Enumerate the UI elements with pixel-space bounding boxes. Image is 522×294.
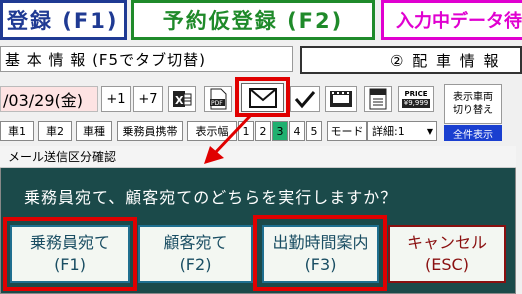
- dispatch-info-label: ② 配 車 情 報: [390, 51, 501, 70]
- document-icon: [369, 88, 387, 110]
- film-button[interactable]: [325, 86, 357, 112]
- film-icon: [330, 91, 352, 107]
- detail-value: 詳細:1: [372, 125, 405, 138]
- tab-car2-label: 車2: [46, 125, 64, 138]
- dialog-title: メール送信区分確認: [8, 150, 117, 164]
- tab-car1-label: 車1: [8, 125, 26, 138]
- pointer-arrow-icon: [204, 112, 254, 164]
- tab-car1[interactable]: 車1: [0, 121, 34, 141]
- width-option-3[interactable]: 3: [272, 121, 288, 141]
- pdf-button[interactable]: PDF: [204, 86, 232, 112]
- price-button[interactable]: PRICE ¥9,999: [398, 86, 434, 112]
- provisional-register-button[interactable]: 予約仮登録 (F2): [131, 0, 375, 40]
- detail-select[interactable]: 詳細:1 ▼: [367, 121, 437, 141]
- svg-text:X: X: [175, 94, 184, 107]
- width-option-2-label: 2: [259, 124, 267, 138]
- plus1-button[interactable]: +1: [101, 86, 131, 112]
- show-all-label: 全件表示: [453, 129, 493, 141]
- date-value: /03/29(金): [3, 91, 83, 110]
- show-all-button[interactable]: 全件表示: [444, 125, 502, 141]
- basic-info-header[interactable]: 基 本 情 報 (F5でタブ切替): [0, 46, 293, 72]
- document-button[interactable]: [364, 86, 392, 112]
- tab-crew-mobile-label: 乗務員携帯: [122, 125, 178, 138]
- tab-car-type-label: 車種: [83, 125, 105, 138]
- svg-text:PDF: PDF: [211, 100, 223, 107]
- price-value: ¥9,999: [401, 99, 431, 108]
- date-field[interactable]: /03/29(金): [0, 86, 98, 112]
- dispatch-info-header[interactable]: ② 配 車 情 報: [300, 46, 522, 74]
- register-label: 登録 (F1): [7, 9, 119, 33]
- provisional-register-label: 予約仮登録 (F2): [162, 9, 344, 33]
- customer-recipient-label: 顧客宛て: [163, 233, 228, 252]
- mode-label: モード: [327, 121, 367, 141]
- width-option-3-label: 3: [276, 124, 284, 138]
- width-option-5[interactable]: 5: [306, 121, 322, 141]
- display-vehicle-switch-button[interactable]: 表示車両 切り替え: [444, 84, 502, 124]
- tab-car2[interactable]: 車2: [38, 121, 72, 141]
- excel-icon: X: [173, 91, 192, 107]
- check-button[interactable]: [290, 86, 320, 112]
- plus7-button[interactable]: +7: [133, 86, 163, 112]
- display-switch-line2: 切り替え: [453, 105, 493, 116]
- checkmark-icon: [294, 91, 316, 109]
- width-option-5-label: 5: [310, 124, 318, 138]
- customer-recipient-button[interactable]: 顧客宛て (F2): [138, 225, 253, 283]
- basic-info-label: 基 本 情 報 (F5でタブ切替): [5, 50, 206, 69]
- width-option-4-label: 4: [293, 124, 301, 138]
- customer-recipient-key: (F2): [179, 255, 212, 274]
- pdf-icon: PDF: [210, 88, 227, 110]
- plus1-label: +1: [106, 91, 126, 107]
- cancel-label: キャンセル: [406, 233, 487, 252]
- work-time-button-highlight-frame: [253, 215, 387, 291]
- dialog-message: 乗務員宛て、顧客宛てのどちらを実行しますか？: [24, 188, 398, 207]
- chevron-down-icon: ▼: [426, 126, 433, 136]
- excel-button[interactable]: X: [168, 86, 196, 112]
- tab-crew-mobile[interactable]: 乗務員携帯: [117, 121, 183, 141]
- display-switch-line1: 表示車両: [453, 92, 493, 103]
- crew-button-highlight-frame: [3, 217, 137, 291]
- cancel-key: (ESC): [425, 255, 469, 274]
- input-data-label: 入力中データ待: [396, 11, 522, 32]
- price-label: PRICE: [404, 90, 428, 98]
- input-data-button[interactable]: 入力中データ待: [381, 0, 522, 40]
- plus7-label: +7: [138, 91, 158, 107]
- mode-text: モード: [330, 125, 364, 138]
- tab-car-type[interactable]: 車種: [76, 121, 112, 141]
- cancel-button[interactable]: キャンセル (ESC): [388, 225, 506, 283]
- width-option-4[interactable]: 4: [289, 121, 305, 141]
- register-button[interactable]: 登録 (F1): [0, 0, 127, 40]
